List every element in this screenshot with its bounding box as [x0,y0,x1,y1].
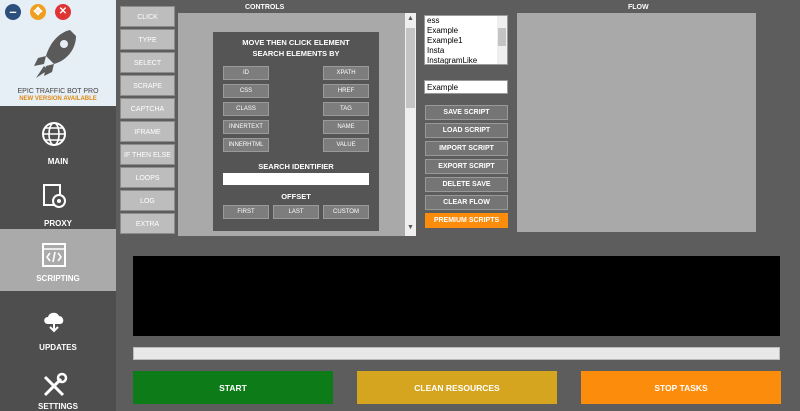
rocket-icon [34,30,76,78]
cmd-iframe[interactable]: IFRAME [120,121,175,142]
by-id-button[interactable]: ID [223,66,269,80]
logo-panel: – ✥ ✕ EPIC TRAFFIC BOT PRO NEW VERSION A… [0,0,116,106]
minimize-icon: – [9,4,17,19]
offset-first-button[interactable]: FIRST [223,205,269,219]
list-item[interactable]: ess [427,16,507,26]
start-button[interactable]: START [133,371,333,404]
cmd-log[interactable]: LOG [120,190,175,211]
import-script-button[interactable]: IMPORT SCRIPT [425,141,508,156]
list-item[interactable]: Example [427,26,507,36]
flow-title: FLOW [628,4,649,11]
close-icon: ✕ [58,6,68,17]
cmd-captcha[interactable]: CAPTCHA [120,98,175,119]
by-tag-button[interactable]: TAG [323,102,369,116]
by-value-button[interactable]: VALUE [323,138,369,152]
cmd-click[interactable]: CLICK [120,6,175,27]
list-scroll-thumb[interactable] [498,28,506,46]
cmd-type[interactable]: TYPE [120,29,175,50]
cloud-download-icon [44,312,64,333]
premium-scripts-button[interactable]: PREMIUM SCRIPTS [425,213,508,228]
offset-custom-button[interactable]: CUSTOM [323,205,369,219]
clear-flow-button[interactable]: CLEAR FLOW [425,195,508,210]
cmd-select[interactable]: SELECT [120,52,175,73]
offset-last-button[interactable]: LAST [273,205,319,219]
proxy-settings-icon [43,184,66,208]
by-xpath-button[interactable]: XPATH [323,66,369,80]
move-icon: ✥ [33,6,43,18]
nav-settings[interactable]: SETTINGS [0,364,116,411]
save-script-button[interactable]: SAVE SCRIPT [425,105,508,120]
list-scrollbar[interactable] [497,16,507,64]
cmd-scrape[interactable]: SCRAPE [120,75,175,96]
controls-scrollbar[interactable]: ▲ ▼ [405,13,416,236]
element-panel: MOVE THEN CLICK ELEMENT SEARCH ELEMENTS … [213,32,379,231]
by-innerhtml-button[interactable]: INNERHTML [223,138,269,152]
list-item[interactable]: Example1 [427,36,507,46]
search-identifier-label: SEARCH IDENTIFIER [258,162,334,171]
clean-resources-button[interactable]: CLEAN RESOURCES [357,371,557,404]
export-script-button[interactable]: EXPORT SCRIPT [425,159,508,174]
delete-save-button[interactable]: DELETE SAVE [425,177,508,192]
by-href-button[interactable]: HREF [323,84,369,98]
scroll-up-icon[interactable]: ▲ [407,15,414,22]
by-class-button[interactable]: CLASS [223,102,269,116]
close-button[interactable]: ✕ [55,4,71,20]
globe-icon [42,122,66,146]
nav-scripting[interactable]: SCRIPTING [0,229,116,291]
code-icon [42,243,66,267]
nav-updates-label: UPDATES [39,343,77,352]
controls-title: CONTROLS [245,4,285,11]
nav-main-label: MAIN [47,157,69,166]
script-list[interactable]: ess Example Example1 Insta InstagramLike [424,15,508,65]
nav-scripting-label: SCRIPTING [36,274,80,283]
nav-main[interactable]: MAIN [0,112,116,174]
nav-settings-label: SETTINGS [37,402,78,411]
log-console[interactable] [133,256,780,336]
cmd-if-then-else[interactable]: IF THEN ELSE [120,144,175,165]
tools-icon [43,372,68,397]
stop-tasks-button[interactable]: STOP TASKS [581,371,781,404]
scroll-down-icon[interactable]: ▼ [407,224,414,231]
minimize-button[interactable]: – [5,4,21,20]
script-name-input[interactable] [424,80,508,94]
nav-proxy[interactable]: PROXY [0,174,116,236]
panel-title: MOVE THEN CLICK ELEMENT [242,38,350,47]
brand-name: EPIC TRAFFIC BOT PRO [17,88,99,95]
cmd-loops[interactable]: LOOPS [120,167,175,188]
by-name-button[interactable]: NAME [323,120,369,134]
list-item[interactable]: InstagramLike [427,56,507,64]
search-identifier-input[interactable] [223,173,369,185]
offset-label: OFFSET [281,192,311,201]
move-button[interactable]: ✥ [30,4,46,20]
scroll-thumb[interactable] [406,28,415,108]
progress-bar [133,347,780,360]
flow-area[interactable] [517,13,756,232]
cmd-extra[interactable]: EXTRA [120,213,175,234]
load-script-button[interactable]: LOAD SCRIPT [425,123,508,138]
list-item[interactable]: Insta [427,46,507,56]
by-css-button[interactable]: CSS [223,84,269,98]
nav-proxy-label: PROXY [43,219,72,228]
by-innertext-button[interactable]: INNERTEXT [223,120,269,134]
update-notice[interactable]: NEW VERSION AVAILABLE [0,96,116,102]
panel-subtitle: SEARCH ELEMENTS BY [252,49,340,58]
nav-updates[interactable]: UPDATES [0,298,116,360]
